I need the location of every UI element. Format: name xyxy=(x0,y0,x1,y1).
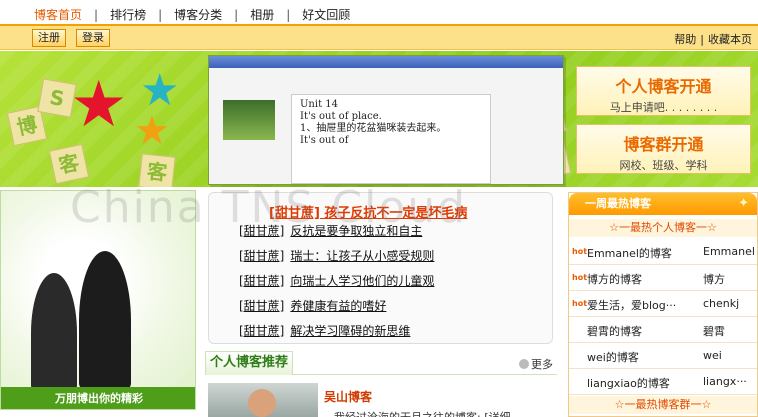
recommend-section-header: 个人博客推荐 更多 xyxy=(205,351,557,375)
hot-blog-row[interactable]: hot 爱生活，爱blog··· chenkj xyxy=(569,291,757,317)
recommended-blog: 吴山博客 我经过沧海的无月之往的博客: [详细 xyxy=(208,383,553,417)
more-label: 更多 xyxy=(531,358,553,371)
hot-badge: hot xyxy=(572,273,588,282)
bookmark-link[interactable]: 收藏本页 xyxy=(708,33,752,46)
hot-blog-title: 爱生活，爱blog··· xyxy=(587,299,677,312)
letter-cube: 客 xyxy=(48,143,90,185)
weekly-header: 一周最热博客 ✦ xyxy=(569,193,757,215)
news-item[interactable]: [甜甘蔗] 瑞士：让孩子从小感受规则 xyxy=(239,247,434,264)
nav-separator: | xyxy=(286,8,291,22)
photo-caption: 万朋博出你的精彩 xyxy=(1,387,195,409)
more-link[interactable]: 更多 xyxy=(519,356,553,372)
news-tag: [甜甘蔗] xyxy=(239,324,285,338)
nav-items: 博客首页 | 排行榜 | 博客分类 | 相册 | 好文回顾 xyxy=(34,6,350,23)
screenshot-line: It's out of xyxy=(300,135,349,146)
hot-blog-title: wei的博客 xyxy=(587,351,639,364)
hot-blog-row[interactable]: hot 博方的博客 博方 xyxy=(569,265,757,291)
red-star-icon: ★ xyxy=(70,68,128,142)
nav-link-review[interactable]: 好文回顾 xyxy=(302,8,350,22)
news-tag: [甜甘蔗] xyxy=(239,274,285,288)
hot-blog-row[interactable]: liangxiao的博客 liangx··· xyxy=(569,369,757,395)
hot-blog-owner: Emmanel xyxy=(703,245,755,258)
news-text: 瑞士：让孩子从小感受规则 xyxy=(290,249,435,263)
sparkle-icon: ✦ xyxy=(738,196,749,211)
more-icon xyxy=(519,359,529,369)
blog-screenshot: Unit 14 It's out of place. 1、抽屉里的花盆猫咪装去起… xyxy=(208,55,564,185)
blog-description: 我经过沧海的无月之往的博客: [详细 xyxy=(334,409,511,417)
hot-blog-owner: 碧霄 xyxy=(703,325,725,338)
help-link[interactable]: 帮助 xyxy=(674,33,696,46)
link-separator: | xyxy=(700,33,704,46)
group-blog-promo[interactable]: 博客群开通 网校、班级、学科 xyxy=(576,124,751,174)
nav-link-home[interactable]: 博客首页 xyxy=(34,8,82,22)
news-item[interactable]: [甜甘蔗] 解决学习障碍的新思维 xyxy=(239,322,410,339)
promo-subtitle: 网校、班级、学科 xyxy=(619,159,708,172)
hot-blog-title: liangxiao的博客 xyxy=(587,377,670,390)
screenshot-line: Unit 14 xyxy=(300,99,338,110)
screenshot-thumbnail xyxy=(223,100,275,140)
hot-badge: hot xyxy=(572,299,588,308)
hot-blog-title: Emmanel的博客 xyxy=(587,247,672,260)
user-bar: 注册 登录 帮助 | 收藏本页 xyxy=(0,26,758,50)
personal-blog-promo[interactable]: 个人博客开通 马上申请吧. . . . . . . . xyxy=(576,66,751,116)
avatar-face xyxy=(248,389,276,417)
news-text: 向瑞士人学习他们的儿童观 xyxy=(290,274,435,288)
hot-blog-row[interactable]: hot Emmanel的博客 Emmanel xyxy=(569,239,757,265)
nav-separator: | xyxy=(158,8,163,22)
watermark: China TNS Cloud xyxy=(70,182,468,233)
weekly-hot-blogs: 一周最热博客 ✦ ☆一最热个人博客一☆ hot Emmanel的博客 Emmanel … xyxy=(568,192,758,417)
screenshot-title-bar xyxy=(209,56,563,68)
user-bar-links: 帮助 | 收藏本页 xyxy=(674,31,752,47)
news-text: 解决学习障碍的新思维 xyxy=(290,324,411,338)
screenshot-content: Unit 14 It's out of place. 1、抽屉里的花盆猫咪装去起… xyxy=(291,94,491,184)
screenshot-line: It's out of place. xyxy=(300,111,382,122)
promo-subtitle: 马上申请吧. . . . . . . . xyxy=(609,101,718,114)
promo-title: 博客群开通 xyxy=(623,135,704,154)
news-tag: [甜甘蔗] xyxy=(239,299,285,313)
hot-badge: hot xyxy=(572,247,588,256)
hot-blog-row[interactable]: wei的博客 wei xyxy=(569,343,757,369)
hot-blog-title: 碧霄的博客 xyxy=(587,325,642,338)
nav-link-album[interactable]: 相册 xyxy=(250,8,274,22)
news-item[interactable]: [甜甘蔗] 养健康有益的嗜好 xyxy=(239,297,386,314)
screenshot-line: 1、抽屉里的花盆猫咪装去起来。 xyxy=(300,123,447,134)
recommend-tab[interactable]: 个人博客推荐 xyxy=(205,351,294,375)
top-nav: 博客首页 | 排行榜 | 博客分类 | 相册 | 好文回顾 xyxy=(0,0,758,26)
news-item[interactable]: [甜甘蔗] 向瑞士人学习他们的儿童观 xyxy=(239,272,434,289)
banner: 博 S 客 斧 E Y S 客 ★ ★ ★ Unit 14 It's out o… xyxy=(0,51,758,187)
weekly-title: 一周最热博客 xyxy=(585,197,651,210)
hot-blog-owner: chenkj xyxy=(703,297,740,310)
news-tag: [甜甘蔗] xyxy=(239,249,285,263)
blue-star-icon: ★ xyxy=(140,65,180,116)
group-blog-subheader: ☆一最热博客群一☆ xyxy=(569,396,757,414)
person-silhouette xyxy=(79,251,131,391)
login-button[interactable]: 登录 xyxy=(76,29,110,47)
register-button[interactable]: 注册 xyxy=(32,29,66,47)
hot-blog-row[interactable]: 碧霄的博客 碧霄 xyxy=(569,317,757,343)
hot-blog-owner: 博方 xyxy=(703,273,725,286)
hot-blog-title: 博方的博客 xyxy=(587,273,642,286)
personal-blog-subheader: ☆一最热个人博客一☆ xyxy=(569,219,757,237)
blog-avatar[interactable] xyxy=(208,383,318,417)
person-silhouette xyxy=(31,273,77,393)
blog-name[interactable]: 吴山博客 xyxy=(324,388,372,405)
promo-title: 个人博客开通 xyxy=(615,77,712,96)
orange-star-icon: ★ xyxy=(134,108,170,154)
hot-blog-owner: liangx··· xyxy=(703,375,747,388)
nav-separator: | xyxy=(94,8,99,22)
nav-separator: | xyxy=(234,8,239,22)
hot-blog-owner: wei xyxy=(703,349,722,362)
nav-link-ranking[interactable]: 排行榜 xyxy=(110,8,146,22)
nav-link-categories[interactable]: 博客分类 xyxy=(174,8,222,22)
news-text: 养健康有益的嗜好 xyxy=(290,299,387,313)
